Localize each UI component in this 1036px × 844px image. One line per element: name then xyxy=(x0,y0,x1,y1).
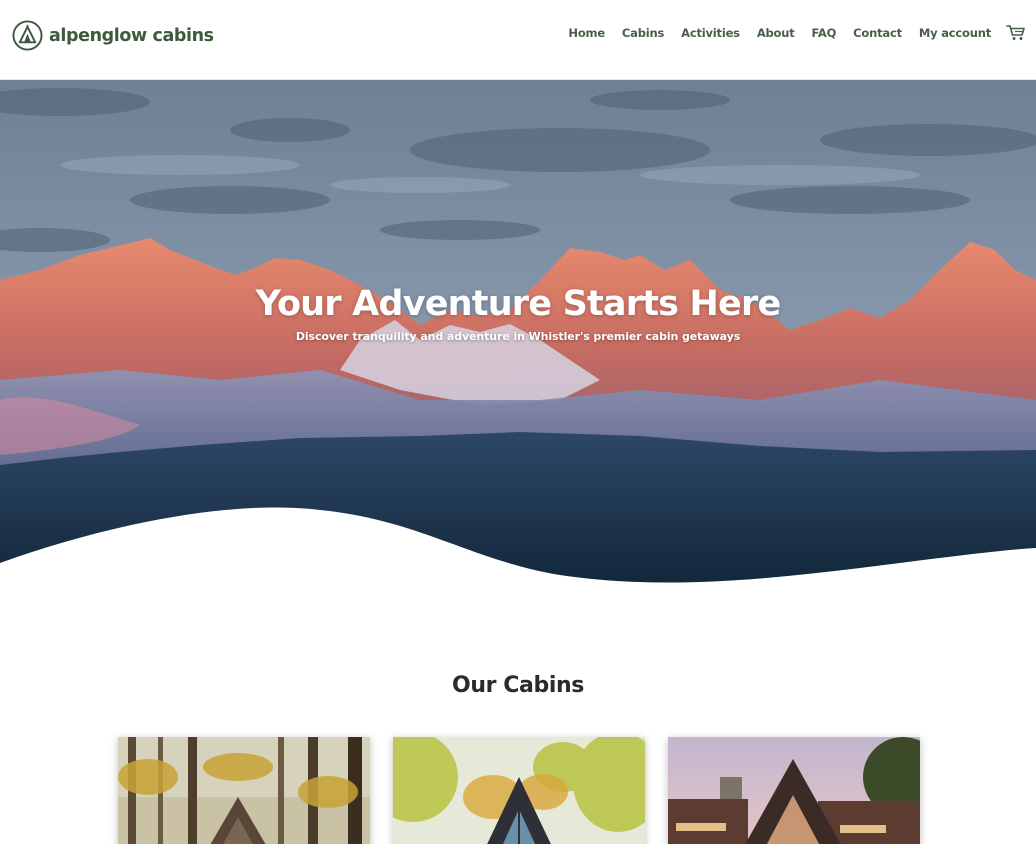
cabin-card[interactable] xyxy=(668,737,920,844)
hero-banner: Your Adventure Starts Here Discover tran… xyxy=(0,80,1036,600)
sunset-a-frame-cabin-photo xyxy=(668,737,920,844)
brand-logo[interactable]: alpenglow cabins xyxy=(12,20,214,51)
hero-subtitle: Discover tranquility and adventure in Wh… xyxy=(295,330,741,343)
tent-logo-icon xyxy=(12,20,43,51)
cabin-card[interactable] xyxy=(118,737,370,844)
nav-home[interactable]: Home xyxy=(568,26,605,40)
main-nav: Home Cabins Activities About FAQ Contact… xyxy=(568,26,991,40)
brand-name: alpenglow cabins xyxy=(49,25,214,46)
nav-about[interactable]: About xyxy=(757,26,795,40)
cart-icon[interactable] xyxy=(1006,24,1026,42)
nav-my-account[interactable]: My account xyxy=(919,26,991,40)
nav-contact[interactable]: Contact xyxy=(853,26,902,40)
hero-title: Your Adventure Starts Here xyxy=(255,284,782,324)
section-title-cabins: Our Cabins xyxy=(452,673,584,698)
forest-a-frame-cabin-photo xyxy=(118,737,370,844)
nav-activities[interactable]: Activities xyxy=(681,26,740,40)
autumn-a-frame-cabin-photo xyxy=(393,737,645,844)
nav-faq[interactable]: FAQ xyxy=(812,26,837,40)
cabin-card[interactable] xyxy=(393,737,645,844)
site-header: alpenglow cabins Home Cabins Activities … xyxy=(0,0,1036,80)
hero-text: Your Adventure Starts Here Discover tran… xyxy=(0,284,1036,343)
nav-cabins[interactable]: Cabins xyxy=(622,26,664,40)
